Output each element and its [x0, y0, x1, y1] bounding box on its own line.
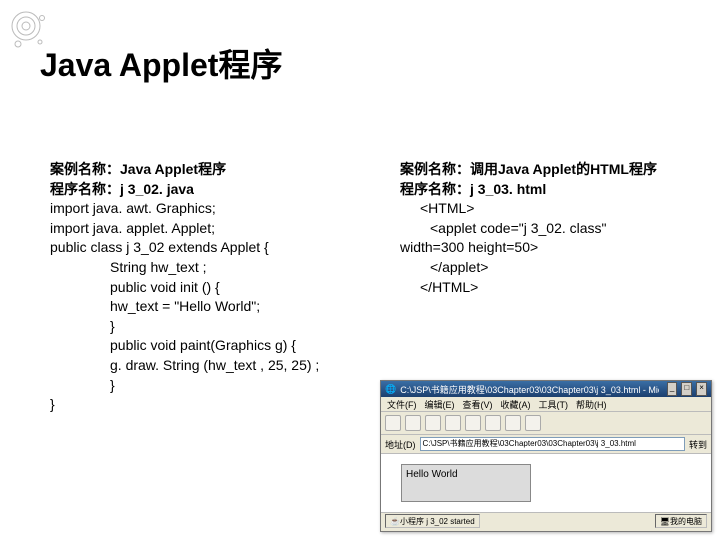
right-code-block: 案例名称：调用Java Applet的HTML程序 程序名称：j 3_03. h…	[400, 160, 700, 297]
code-line: String hw_text ;	[50, 258, 400, 278]
html-line: width=300 height=50>	[400, 238, 700, 258]
code-line: }	[50, 317, 400, 337]
left-case-label: 案例名称：	[50, 161, 120, 177]
maximize-button[interactable]: □	[681, 382, 692, 396]
menu-help[interactable]: 帮助(H)	[576, 398, 607, 411]
browser-window: 🌐 C:\JSP\书籍应用教程\03Chapter03\03Chapter03\…	[380, 380, 712, 532]
search-button[interactable]	[485, 415, 501, 431]
html-line: </HTML>	[400, 278, 700, 298]
applet-icon: ☕	[390, 517, 400, 526]
code-line: }	[50, 376, 400, 396]
status-left: ☕ 小程序 j 3_02 started	[385, 514, 480, 528]
browser-statusbar: ☕ 小程序 j 3_02 started 🖥 我的电脑	[381, 512, 711, 529]
right-case-name: 调用Java Applet的HTML程序	[470, 161, 657, 177]
html-line: </applet>	[400, 258, 700, 278]
menu-file[interactable]: 文件(F)	[387, 398, 417, 411]
close-button[interactable]: ×	[696, 382, 707, 396]
browser-content: Hello World	[381, 454, 711, 512]
favorites-button[interactable]	[505, 415, 521, 431]
stop-button[interactable]	[425, 415, 441, 431]
menu-edit[interactable]: 编辑(E)	[425, 398, 455, 411]
html-line: <HTML>	[400, 199, 700, 219]
browser-menubar: 文件(F) 编辑(E) 查看(V) 收藏(A) 工具(T) 帮助(H)	[381, 397, 711, 412]
address-label: 地址(D)	[385, 438, 416, 451]
applet-text: Hello World	[406, 469, 458, 480]
left-prog-name: j 3_02. java	[120, 181, 194, 197]
code-line: hw_text = "Hello World";	[50, 297, 400, 317]
left-case-name: Java Applet程序	[120, 161, 226, 177]
refresh-button[interactable]	[445, 415, 461, 431]
code-line: public class j 3_02 extends Applet {	[50, 238, 400, 258]
code-line: }	[50, 395, 400, 415]
status-right: 🖥 我的电脑	[655, 514, 707, 528]
minimize-button[interactable]: _	[667, 382, 678, 396]
forward-button[interactable]	[405, 415, 421, 431]
right-case-label: 案例名称：	[400, 161, 470, 177]
code-line: import java. awt. Graphics;	[50, 199, 400, 219]
status-left-text: 小程序 j 3_02 started	[400, 516, 475, 527]
code-line: public void paint(Graphics g) {	[50, 336, 400, 356]
status-right-text: 我的电脑	[670, 516, 702, 527]
menu-view[interactable]: 查看(V)	[463, 398, 493, 411]
browser-addressbar: 地址(D) C:\JSP\书籍应用教程\03Chapter03\03Chapte…	[381, 435, 711, 454]
back-button[interactable]	[385, 415, 401, 431]
code-line: public void init () {	[50, 278, 400, 298]
computer-icon: 🖥	[660, 517, 670, 526]
code-line: import java. applet. Applet;	[50, 219, 400, 239]
right-prog-name: j 3_03. html	[470, 181, 546, 197]
page-title: Java Applet程序	[40, 40, 282, 86]
menu-fav[interactable]: 收藏(A)	[501, 398, 531, 411]
browser-titlebar: 🌐 C:\JSP\书籍应用教程\03Chapter03\03Chapter03\…	[381, 381, 711, 397]
ie-icon: 🌐	[385, 384, 396, 395]
browser-title: C:\JSP\书籍应用教程\03Chapter03\03Chapter03\j …	[400, 383, 658, 396]
left-code-block: 案例名称：Java Applet程序 程序名称：j 3_02. java imp…	[50, 160, 400, 415]
home-button[interactable]	[465, 415, 481, 431]
browser-toolbar	[381, 412, 711, 435]
menu-tools[interactable]: 工具(T)	[539, 398, 569, 411]
html-line: <applet code="j 3_02. class"	[400, 219, 700, 239]
address-input[interactable]: C:\JSP\书籍应用教程\03Chapter03\03Chapter03\j …	[420, 437, 685, 451]
right-prog-label: 程序名称：	[400, 181, 470, 197]
code-line: g. draw. String (hw_text , 25, 25) ;	[50, 356, 400, 376]
applet-area: Hello World	[401, 464, 531, 502]
history-button[interactable]	[525, 415, 541, 431]
left-prog-label: 程序名称：	[50, 181, 120, 197]
go-button[interactable]: 转到	[689, 438, 707, 451]
